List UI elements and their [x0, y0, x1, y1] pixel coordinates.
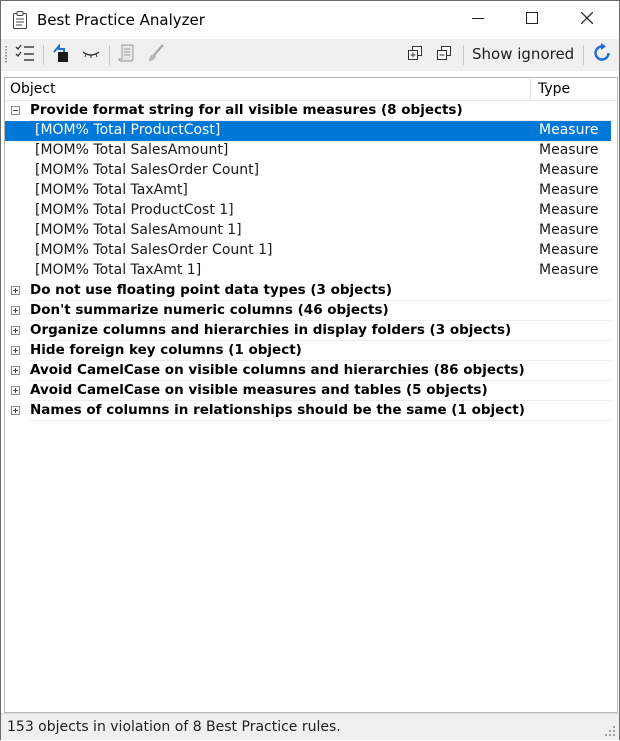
collapse-all-icon	[436, 45, 452, 65]
status-text: 153 objects in violation of 8 Best Pract…	[7, 719, 341, 735]
close-icon	[580, 11, 594, 28]
rule-label: Names of columns in relationships should…	[30, 402, 525, 418]
column-header-object[interactable]: Object	[10, 81, 56, 97]
rule-group-row[interactable]: Do not use floating point data types (3 …	[5, 281, 611, 301]
toolbar-separator	[463, 45, 464, 65]
rule-group-row[interactable]: Don't summarize numeric columns (46 obje…	[5, 301, 611, 321]
object-name: [MOM% Total ProductCost 1]	[35, 202, 234, 218]
expand-toggle-icon[interactable]	[11, 306, 20, 315]
toolbar-grip[interactable]	[5, 46, 7, 64]
rule-group-row[interactable]: Provide format string for all visible me…	[5, 101, 611, 121]
rule-label: Organize columns and hierarchies in disp…	[30, 322, 512, 338]
violations-tree[interactable]: Object Type Provide format string for al…	[4, 77, 618, 713]
object-type: Measure	[539, 182, 599, 198]
toolbar-separator	[43, 45, 44, 65]
rule-group-row[interactable]: Organize columns and hierarchies in disp…	[5, 321, 611, 341]
go-to-object-icon	[51, 43, 71, 67]
object-type: Measure	[539, 262, 599, 278]
clipboard-icon	[12, 10, 28, 30]
maximize-icon	[526, 12, 538, 28]
expand-toggle-icon[interactable]	[11, 286, 20, 295]
object-name: [MOM% Total SalesOrder Count]	[35, 162, 260, 178]
collapse-toggle-icon[interactable]	[11, 106, 20, 115]
checklist-button[interactable]	[13, 43, 37, 67]
expand-toggle-icon[interactable]	[11, 386, 20, 395]
expand-all-icon	[407, 45, 423, 65]
rule-group-row[interactable]: Names of columns in relationships should…	[5, 401, 611, 421]
minimize-icon	[472, 12, 484, 28]
object-name: [MOM% Total SalesOrder Count 1]	[35, 242, 273, 258]
expand-toggle-icon[interactable]	[11, 326, 20, 335]
rule-label: Provide format string for all visible me…	[30, 102, 463, 118]
object-row[interactable]: [MOM% Total SalesAmount] Measure	[5, 141, 611, 161]
column-header: Object Type	[5, 78, 617, 101]
rule-label: Do not use floating point data types (3 …	[30, 282, 392, 298]
refresh-icon	[591, 42, 613, 68]
rule-label: Avoid CamelCase on visible columns and h…	[30, 362, 525, 378]
checklist-icon	[15, 44, 35, 66]
title-bar[interactable]: Best Practice Analyzer	[1, 1, 619, 39]
refresh-button[interactable]	[590, 43, 614, 67]
object-name: [MOM% Total TaxAmt]	[35, 182, 188, 198]
rule-group-row[interactable]: Avoid CamelCase on visible columns and h…	[5, 361, 611, 381]
column-divider[interactable]	[530, 78, 531, 100]
expand-toggle-icon[interactable]	[11, 366, 20, 375]
object-type: Measure	[539, 142, 599, 158]
close-button[interactable]	[564, 1, 610, 39]
ignore-eye-icon	[81, 45, 101, 65]
object-row[interactable]: [MOM% Total TaxAmt 1] Measure	[5, 261, 611, 281]
object-type: Measure	[539, 242, 599, 258]
object-type: Measure	[539, 202, 599, 218]
expand-toggle-icon[interactable]	[11, 346, 20, 355]
expand-toggle-icon[interactable]	[11, 406, 20, 415]
column-header-type[interactable]: Type	[538, 81, 570, 97]
collapse-all-button[interactable]	[432, 43, 456, 67]
resize-grip-icon[interactable]	[604, 725, 616, 737]
analyzer-window: Best Practice Analyzer Show ignored Obje…	[0, 0, 620, 740]
status-bar: 153 objects in violation of 8 Best Pract…	[1, 713, 619, 740]
toolbar-separator	[109, 45, 110, 65]
object-name: [MOM% Total TaxAmt 1]	[35, 262, 202, 278]
fix-brush-icon	[146, 43, 166, 67]
object-name: [MOM% Total SalesAmount 1]	[35, 222, 242, 238]
window-title: Best Practice Analyzer	[37, 11, 205, 29]
rule-label: Don't summarize numeric columns (46 obje…	[30, 302, 389, 318]
object-row[interactable]: [MOM% Total ProductCost] Measure	[5, 121, 611, 141]
expand-all-button[interactable]	[403, 43, 427, 67]
object-type: Measure	[539, 222, 599, 238]
maximize-button[interactable]	[509, 1, 555, 39]
object-row[interactable]: [MOM% Total SalesAmount 1] Measure	[5, 221, 611, 241]
toolbar: Show ignored	[1, 39, 619, 71]
object-row[interactable]: [MOM% Total SalesOrder Count 1] Measure	[5, 241, 611, 261]
go-to-object-button[interactable]	[49, 43, 73, 67]
rule-label: Avoid CamelCase on visible measures and …	[30, 382, 488, 398]
object-name: [MOM% Total SalesAmount]	[35, 142, 229, 158]
rule-label: Hide foreign key columns (1 object)	[30, 342, 302, 358]
object-type: Measure	[539, 122, 599, 138]
object-row[interactable]: [MOM% Total ProductCost 1] Measure	[5, 201, 611, 221]
script-icon	[118, 43, 136, 67]
apply-fix-button[interactable]	[144, 43, 168, 67]
toolbar-separator	[583, 45, 584, 65]
object-type: Measure	[539, 162, 599, 178]
object-name: [MOM% Total ProductCost]	[35, 122, 221, 138]
generate-script-button[interactable]	[115, 43, 139, 67]
ignore-button[interactable]	[79, 43, 103, 67]
object-row[interactable]: [MOM% Total TaxAmt] Measure	[5, 181, 611, 201]
rule-group-row[interactable]: Hide foreign key columns (1 object)	[5, 341, 611, 361]
minimize-button[interactable]	[455, 1, 501, 39]
show-ignored-toggle[interactable]: Show ignored	[472, 45, 574, 63]
group-underline	[30, 420, 611, 421]
rule-group-row[interactable]: Avoid CamelCase on visible measures and …	[5, 381, 611, 401]
object-row[interactable]: [MOM% Total SalesOrder Count] Measure	[5, 161, 611, 181]
